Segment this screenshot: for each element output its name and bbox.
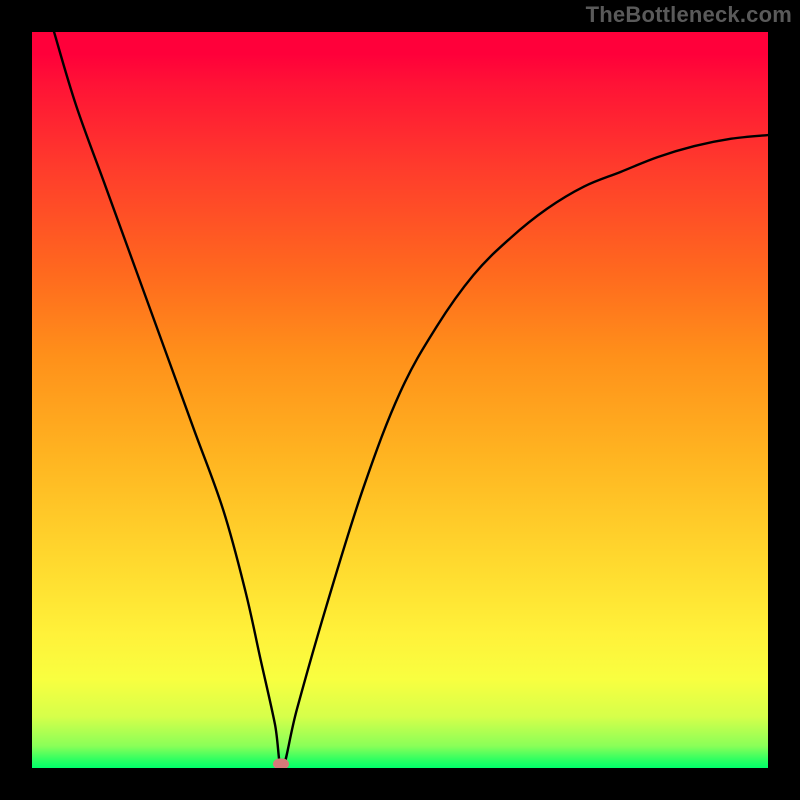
minimum-marker-icon (273, 759, 289, 768)
chart-frame: TheBottleneck.com (0, 0, 800, 800)
watermark-text: TheBottleneck.com (586, 2, 792, 28)
bottleneck-curve (32, 32, 768, 768)
plot-area (32, 32, 768, 768)
